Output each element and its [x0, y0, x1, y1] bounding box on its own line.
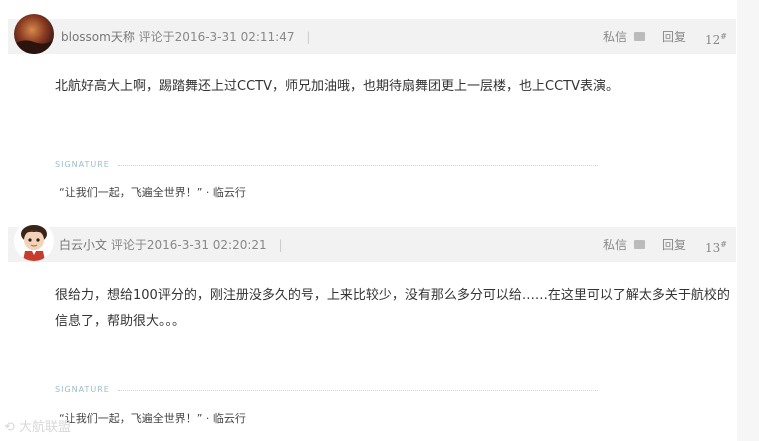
watermark-logo-icon: ⟲ — [4, 420, 20, 435]
comment-time: 评论于2016-3-31 02:11:47 — [138, 30, 295, 44]
comment-time: 评论于2016-3-31 02:20:21 — [110, 238, 267, 252]
signature-label: SIGNATURE — [55, 160, 110, 169]
signature-divider — [118, 165, 598, 166]
private-message-label: 私信 — [603, 238, 628, 252]
comment-meta: blossom天称 评论于2016-3-31 02:11:47 | — [61, 28, 310, 45]
mail-icon — [633, 32, 645, 41]
reply-label: 回复 — [662, 238, 687, 252]
signature-label: SIGNATURE — [55, 385, 110, 394]
private-message-button[interactable]: 私信 — [603, 236, 645, 253]
avatar[interactable] — [14, 221, 54, 261]
username-link[interactable]: 白云小文 — [59, 238, 107, 252]
mail-icon — [633, 240, 645, 249]
floor-value: 13 — [705, 241, 721, 255]
signature-text: “让我们一起，飞遍全世界！” · 临云行 — [59, 412, 246, 425]
private-message-label: 私信 — [603, 30, 628, 44]
side-strip — [737, 0, 759, 213]
floor-number: 13# — [705, 240, 727, 255]
comment-content: 很给力，想给100评分的，刚注册没多久的号，上来比较少，没有那么多分可以给……在… — [55, 288, 730, 329]
comment-content: 北航好高大上啊，踢踏舞还上过CCTV，师兄加油哦，也期待扇舞团更上一层楼，也上C… — [55, 79, 619, 94]
reply-button[interactable]: 回复 — [662, 28, 686, 45]
floor-number: 12# — [705, 32, 727, 47]
comment-header: 白云小文 评论于2016-3-31 02:20:21 | 私信 回复 13# — [8, 227, 736, 262]
avatar[interactable] — [14, 14, 54, 54]
avatar-image — [14, 14, 54, 54]
floor-mark: # — [720, 240, 727, 249]
reply-label: 回复 — [662, 30, 687, 44]
comment-post: blossom天称 评论于2016-3-31 02:11:47 | 私信 回复 … — [0, 0, 759, 213]
private-message-button[interactable]: 私信 — [603, 28, 645, 45]
watermark-text: 大航联盟 — [19, 420, 72, 435]
meta-separator: | — [278, 238, 283, 252]
comment-header: blossom天称 评论于2016-3-31 02:11:47 | 私信 回复 … — [8, 19, 736, 54]
comment-post: 白云小文 评论于2016-3-31 02:20:21 | 私信 回复 13# 很… — [0, 213, 759, 441]
meta-separator: | — [306, 30, 311, 44]
signature-text: “让我们一起，飞遍全世界！” · 临云行 — [59, 186, 246, 199]
watermark: ⟲ 大航联盟 — [4, 416, 71, 435]
username-link[interactable]: blossom天称 — [61, 30, 135, 44]
side-strip — [737, 213, 759, 441]
signature-divider — [118, 390, 598, 391]
reply-button[interactable]: 回复 — [662, 236, 686, 253]
comment-meta: 白云小文 评论于2016-3-31 02:20:21 | — [59, 236, 283, 253]
avatar-image — [14, 221, 54, 261]
floor-value: 12 — [705, 33, 721, 47]
floor-mark: # — [720, 32, 727, 41]
